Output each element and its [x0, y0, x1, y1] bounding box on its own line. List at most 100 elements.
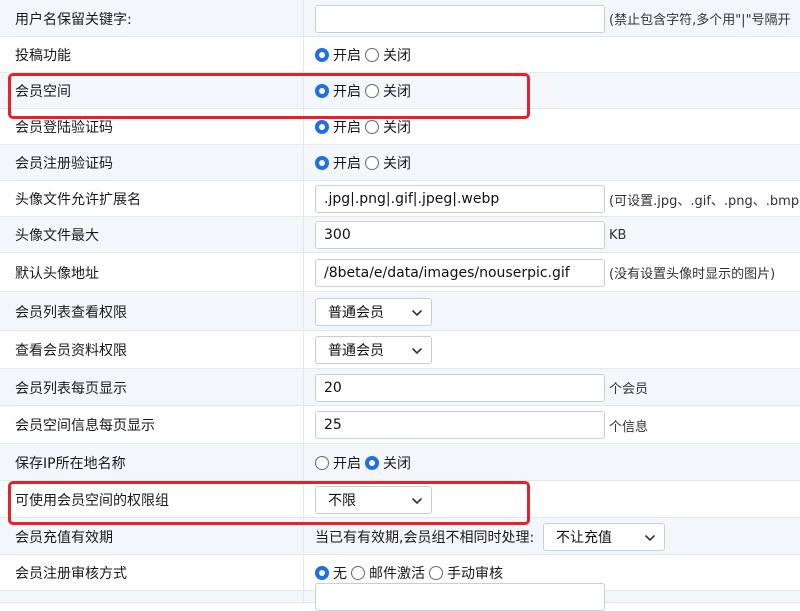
- setting-input[interactable]: [315, 583, 605, 611]
- radio-label: 开启: [333, 156, 361, 172]
- column-divider: [303, 406, 304, 444]
- radio-option[interactable]: 邮件激活: [351, 563, 425, 583]
- column-divider: [303, 331, 304, 369]
- setting-label: 会员空间: [15, 84, 71, 100]
- setting-hint: KB: [609, 227, 627, 243]
- settings-row: 会员空间信息每页显示 个信息: [0, 406, 800, 444]
- settings-row: 默认头像地址 (没有设置头像时显示的图片): [0, 253, 800, 292]
- settings-row: 用户名保留关键字: (禁止包含字符,多个用"|"号隔开: [0, 0, 800, 37]
- select-value: 不让充值: [556, 529, 612, 546]
- radio-option[interactable]: 关闭: [365, 453, 411, 473]
- select-value: 普通会员: [328, 304, 384, 321]
- column-divider: [303, 37, 304, 73]
- radio-button[interactable]: [365, 48, 379, 62]
- radio-label: 无: [333, 566, 347, 582]
- setting-hint: (可设置.jpg、.gif、.png、.bmp: [609, 193, 800, 209]
- setting-label: 会员列表每页显示: [15, 380, 127, 397]
- settings-row: 会员充值有效期 当已有有效期,会员组不相同时处理: 不让充值: [0, 518, 800, 555]
- select-value: 不限: [328, 492, 356, 509]
- radio-option[interactable]: 开启: [315, 117, 361, 137]
- radio-option[interactable]: 手动审核: [429, 563, 503, 583]
- column-divider: [303, 0, 304, 37]
- settings-row: 查看会员资料权限 普通会员: [0, 331, 800, 369]
- column-divider: [303, 73, 304, 109]
- setting-label: 会员注册审核方式: [15, 566, 127, 582]
- radio-group: 开启 关闭: [315, 109, 415, 145]
- setting-label: 保存IP所在地名称: [15, 455, 126, 472]
- radio-button[interactable]: [315, 48, 329, 62]
- column-divider: [303, 253, 304, 292]
- radio-button[interactable]: [365, 455, 379, 470]
- radio-option[interactable]: 关闭: [365, 117, 411, 137]
- chevron-down-icon: [645, 534, 655, 541]
- setting-input[interactable]: [315, 373, 605, 402]
- inline-text: 当已有有效期,会员组不相同时处理:: [315, 529, 535, 546]
- radio-option[interactable]: 关闭: [365, 81, 411, 101]
- settings-row: 会员列表查看权限 普通会员: [0, 292, 800, 331]
- radio-label: 开启: [333, 84, 361, 100]
- setting-label: 会员注册验证码: [15, 156, 113, 172]
- settings-row: 会员空间 开启 关闭: [0, 73, 800, 109]
- radio-group: 开启 关闭: [315, 145, 415, 181]
- chevron-down-icon: [412, 309, 422, 316]
- setting-select[interactable]: 不让充值: [543, 522, 665, 551]
- radio-option[interactable]: 开启: [315, 81, 361, 101]
- radio-group: 开启 关闭: [315, 37, 415, 73]
- radio-label: 关闭: [383, 84, 411, 100]
- radio-button[interactable]: [351, 566, 365, 580]
- column-divider: [303, 555, 304, 591]
- setting-input[interactable]: [315, 411, 605, 439]
- settings-row: 头像文件最大 KB: [0, 217, 800, 253]
- setting-input[interactable]: [315, 4, 605, 33]
- chevron-down-icon: [412, 497, 422, 504]
- column-divider: [303, 109, 304, 145]
- setting-select[interactable]: 普通会员: [315, 336, 432, 364]
- radio-group: 开启 关闭: [315, 444, 415, 481]
- radio-option[interactable]: 开启: [315, 45, 361, 65]
- radio-label: 开启: [333, 455, 361, 472]
- setting-label: 用户名保留关键字:: [15, 11, 132, 28]
- settings-row: [0, 583, 800, 611]
- radio-button[interactable]: [315, 120, 329, 134]
- column-divider: [303, 518, 304, 555]
- setting-input[interactable]: [315, 258, 605, 287]
- setting-hint: 个信息: [609, 419, 649, 435]
- radio-button[interactable]: [365, 120, 379, 134]
- radio-label: 开启: [333, 120, 361, 136]
- radio-button[interactable]: [315, 84, 329, 98]
- setting-label: 会员充值有效期: [15, 529, 113, 546]
- setting-select[interactable]: 不限: [315, 485, 432, 514]
- setting-label: 查看会员资料权限: [15, 343, 127, 359]
- setting-label: 头像文件允许扩展名: [15, 192, 141, 208]
- radio-option[interactable]: 开启: [315, 453, 361, 473]
- radio-button[interactable]: [365, 84, 379, 98]
- setting-label: 会员空间信息每页显示: [15, 418, 155, 434]
- radio-button[interactable]: [315, 566, 329, 580]
- radio-option[interactable]: 无: [315, 563, 347, 583]
- radio-option[interactable]: 关闭: [365, 153, 411, 173]
- radio-button[interactable]: [365, 156, 379, 170]
- setting-input[interactable]: [315, 221, 605, 249]
- radio-option[interactable]: 开启: [315, 153, 361, 173]
- setting-label: 头像文件最大: [15, 228, 99, 244]
- radio-label: 关闭: [383, 455, 411, 472]
- column-divider: [303, 217, 304, 253]
- settings-row: 保存IP所在地名称 开启 关闭: [0, 444, 800, 481]
- column-divider: [303, 292, 304, 331]
- setting-hint: (没有设置头像时显示的图片): [609, 267, 776, 282]
- setting-select[interactable]: 普通会员: [315, 297, 432, 326]
- radio-button[interactable]: [315, 455, 329, 470]
- radio-label: 关闭: [383, 120, 411, 136]
- column-divider: [303, 181, 304, 217]
- setting-label: 默认头像地址: [15, 265, 99, 282]
- setting-label: 投稿功能: [15, 48, 71, 64]
- radio-button[interactable]: [429, 566, 443, 580]
- setting-input[interactable]: [315, 185, 605, 213]
- settings-form: 用户名保留关键字: (禁止包含字符,多个用"|"号隔开 投稿功能 开启 关闭 会员空间 开启…: [0, 0, 800, 611]
- radio-option[interactable]: 关闭: [365, 45, 411, 65]
- column-divider: [303, 145, 304, 181]
- radio-button[interactable]: [315, 156, 329, 170]
- column-divider: [303, 369, 304, 406]
- radio-label: 关闭: [383, 156, 411, 172]
- column-divider: [303, 444, 304, 481]
